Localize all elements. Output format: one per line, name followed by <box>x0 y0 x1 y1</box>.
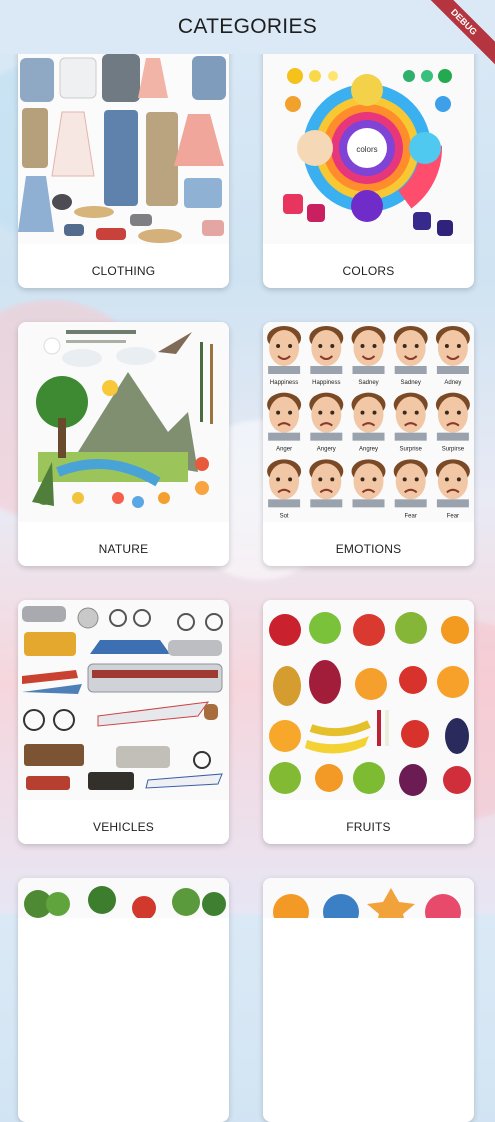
nature-image <box>18 322 229 522</box>
emotion-face <box>267 459 302 508</box>
category-card-vegetables[interactable] <box>18 878 229 1122</box>
emotion-caption: Angery <box>317 447 336 453</box>
clothing-image <box>18 44 229 244</box>
emotion-caption: Fear <box>447 513 459 519</box>
emotion-caption: Adney <box>444 380 461 386</box>
emotion-face <box>393 392 428 441</box>
category-card-clothing[interactable]: CLOTHING <box>18 44 229 288</box>
emotion-face <box>393 459 428 508</box>
emotion-face <box>309 326 344 374</box>
emotion-face <box>351 326 386 374</box>
category-label: FRUITS <box>346 820 391 834</box>
emotion-face <box>435 392 470 441</box>
app-bar: CATEGORIES <box>0 0 495 54</box>
category-label: NATURE <box>98 542 149 556</box>
category-card-emotions[interactable]: Happiness Happiness Sadney Sadney Adney Anger… <box>263 322 474 566</box>
emotion-face <box>351 392 386 441</box>
emotion-caption: Fear <box>405 513 417 519</box>
emotion-caption: Anger <box>276 447 292 453</box>
category-card-fruits[interactable]: FRUITS <box>263 600 474 844</box>
emotion-face <box>393 326 428 374</box>
emotion-caption: Surprise <box>400 447 423 453</box>
shapes-image <box>263 878 474 1078</box>
fruits-image <box>263 600 474 800</box>
emotion-caption: Happiness <box>312 380 340 386</box>
emotion-caption: Sadney <box>358 380 378 386</box>
category-label: CLOTHING <box>91 264 156 278</box>
emotions-image: Happiness Happiness Sadney Sadney Adney Anger… <box>263 322 474 522</box>
emotion-caption: Sadney <box>401 380 421 386</box>
colors-center-text: colors <box>356 145 377 154</box>
emotion-caption: Sot <box>280 513 289 519</box>
category-label: VEHICLES <box>93 820 154 834</box>
category-card-nature[interactable]: NATURE <box>18 322 229 566</box>
colors-image: colors <box>263 44 474 244</box>
vegetables-image <box>18 878 229 1078</box>
emotion-face <box>351 459 386 508</box>
category-card-vehicles[interactable]: VEHICLES <box>18 600 229 844</box>
page-title: CATEGORIES <box>177 15 318 38</box>
emotion-face <box>267 392 302 441</box>
vehicles-image <box>18 600 229 800</box>
emotion-caption: Surpirse <box>442 447 465 453</box>
category-card-colors[interactable]: colors COLORS <box>263 44 474 288</box>
category-label: COLORS <box>342 264 395 278</box>
emotion-face <box>267 326 302 374</box>
emotion-caption: Angrey <box>359 447 378 453</box>
emotion-face <box>435 459 470 508</box>
emotion-face <box>435 326 470 374</box>
emotion-face <box>309 459 344 508</box>
emotion-face <box>309 392 344 441</box>
category-label: EMOTIONS <box>335 542 402 556</box>
emotion-caption: Happiness <box>270 380 298 386</box>
category-card-shapes[interactable] <box>263 878 474 1122</box>
